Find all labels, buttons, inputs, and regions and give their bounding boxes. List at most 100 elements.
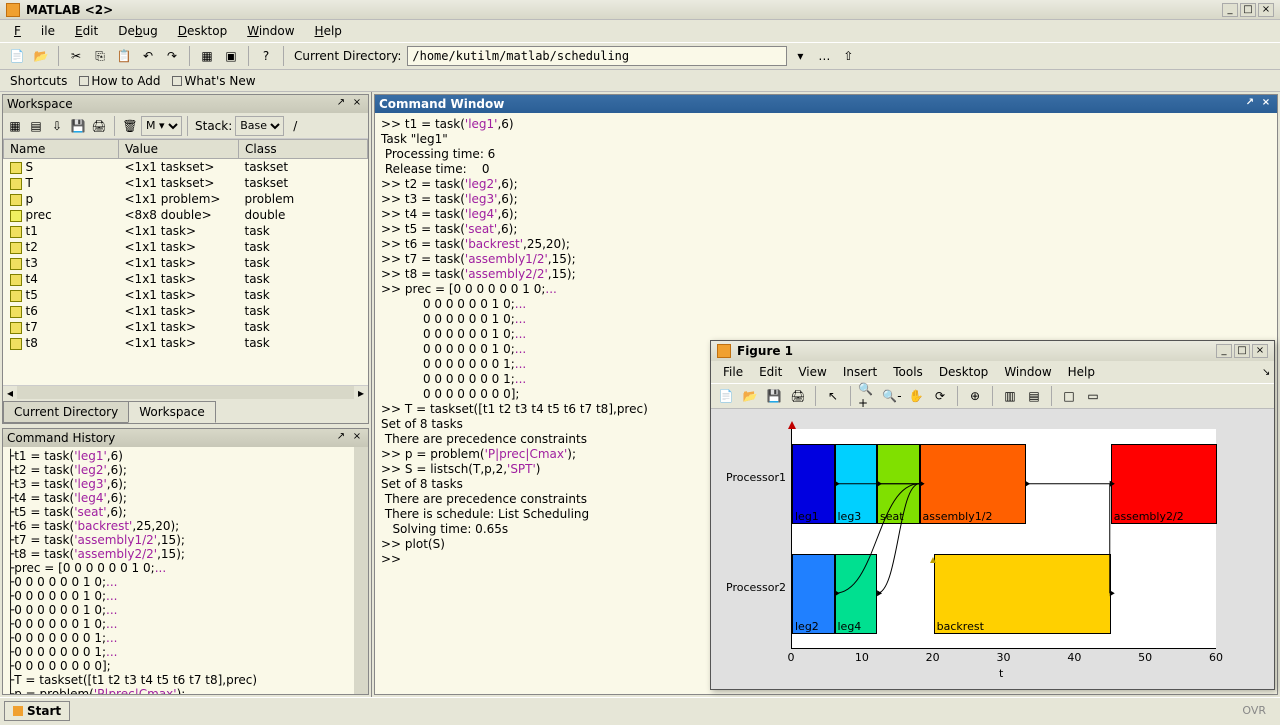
cmd-history-vscroll[interactable] — [354, 447, 368, 694]
menu-help[interactable]: Help — [305, 22, 352, 40]
ws-save-icon[interactable]: 💾 — [68, 116, 88, 136]
fig-open-icon[interactable]: 📂 — [739, 385, 761, 407]
panel-close-icon[interactable]: × — [1259, 97, 1273, 111]
figure-canvas[interactable]: Processor1 Processor2 leg1leg3seatassemb… — [711, 409, 1274, 689]
workspace-hscroll[interactable]: ◂ ▸ — [3, 385, 368, 399]
open-file-icon[interactable]: 📂 — [30, 45, 52, 67]
ws-print-icon[interactable]: 🖨 — [89, 116, 109, 136]
menu-desktop[interactable]: Desktop — [168, 22, 238, 40]
workspace-row[interactable]: t5<1x1 task>task — [4, 287, 368, 303]
history-line[interactable]: ├t5 = task('seat',6); — [7, 505, 350, 519]
fig-menu-insert[interactable]: Insert — [835, 363, 885, 381]
history-line[interactable]: ├t1 = task('leg1',6) — [7, 449, 350, 463]
history-line[interactable]: ├0 0 0 0 0 0 1 0;... — [7, 603, 350, 617]
workspace-row[interactable]: t7<1x1 task>task — [4, 319, 368, 335]
workspace-row[interactable]: T<1x1 taskset>taskset — [4, 175, 368, 191]
history-line[interactable]: ├t6 = task('backrest',25,20); — [7, 519, 350, 533]
cmd-history-header[interactable]: Command History ↗ × — [3, 429, 368, 447]
workspace-row[interactable]: p<1x1 problem>problem — [4, 191, 368, 207]
menu-file[interactable]: File — [4, 22, 65, 40]
shortcut-whatsnew[interactable]: What's New — [168, 74, 259, 88]
fig-show-icon[interactable]: ▭ — [1082, 385, 1104, 407]
maximize-button[interactable]: □ — [1240, 3, 1256, 17]
fig-datacursor-icon[interactable]: ⊕ — [964, 385, 986, 407]
workspace-row[interactable]: prec<8x8 double>double — [4, 207, 368, 223]
history-line[interactable]: ├t7 = task('assembly1/2',15); — [7, 533, 350, 547]
figure-window[interactable]: Figure 1 _ □ × File Edit View Insert Too… — [710, 340, 1275, 690]
tab-current-directory[interactable]: Current Directory — [3, 401, 129, 423]
panel-close-icon[interactable]: × — [350, 97, 364, 111]
workspace-row[interactable]: t3<1x1 task>task — [4, 255, 368, 271]
history-line[interactable]: ├t3 = task('leg3',6); — [7, 477, 350, 491]
fig-maximize-button[interactable]: □ — [1234, 344, 1250, 358]
undock-icon[interactable]: ↗ — [334, 431, 348, 445]
simulink-icon[interactable]: ▦ — [196, 45, 218, 67]
fig-zoomin-icon[interactable]: 🔍+ — [857, 385, 879, 407]
workspace-row[interactable]: t4<1x1 task>task — [4, 271, 368, 287]
workspace-row[interactable]: t6<1x1 task>task — [4, 303, 368, 319]
ws-step-icon[interactable]: / — [285, 116, 305, 136]
fig-pan-icon[interactable]: ✋ — [905, 385, 927, 407]
undo-icon[interactable]: ↶ — [137, 45, 159, 67]
workspace-row[interactable]: t8<1x1 task>task — [4, 335, 368, 351]
col-value[interactable]: Value — [119, 140, 239, 159]
workspace-row[interactable]: S<1x1 taskset>taskset — [4, 159, 368, 176]
stack-select[interactable]: Base — [235, 116, 284, 136]
history-line[interactable]: ├t8 = task('assembly2/2',15); — [7, 547, 350, 561]
paste-icon[interactable]: 📋 — [113, 45, 135, 67]
fig-pointer-icon[interactable]: ↖ — [822, 385, 844, 407]
fig-hide-icon[interactable]: □ — [1058, 385, 1080, 407]
fig-menu-window[interactable]: Window — [996, 363, 1059, 381]
start-button[interactable]: Start — [4, 701, 70, 721]
up-dir-icon[interactable]: ⇧ — [837, 45, 859, 67]
browse-dir-icon[interactable]: … — [813, 45, 835, 67]
workspace-header[interactable]: Workspace ↗ × — [3, 95, 368, 113]
workspace-row[interactable]: t1<1x1 task>task — [4, 223, 368, 239]
history-line[interactable]: ├0 0 0 0 0 0 0 1;... — [7, 645, 350, 659]
fig-close-button[interactable]: × — [1252, 344, 1268, 358]
fig-new-icon[interactable]: 📄 — [715, 385, 737, 407]
cmd-history-content[interactable]: ├t1 = task('leg1',6)├t2 = task('leg2',6)… — [3, 447, 354, 694]
fig-colorbar-icon[interactable]: ▥ — [999, 385, 1021, 407]
col-class[interactable]: Class — [239, 140, 368, 159]
menu-debug[interactable]: Debug — [108, 22, 167, 40]
dir-dropdown-icon[interactable]: ▾ — [789, 45, 811, 67]
fig-dock-icon[interactable]: ↘ — [1254, 365, 1270, 379]
ws-delete-icon[interactable]: 🗑 — [120, 116, 140, 136]
undock-icon[interactable]: ↗ — [334, 97, 348, 111]
history-line[interactable]: ├p = problem('P|prec|Cmax'); — [7, 687, 350, 694]
fig-zoomout-icon[interactable]: 🔍- — [881, 385, 903, 407]
fig-print-icon[interactable]: 🖨 — [787, 385, 809, 407]
fig-menu-view[interactable]: View — [790, 363, 834, 381]
history-line[interactable]: ├T = taskset([t1 t2 t3 t4 t5 t6 t7 t8],p… — [7, 673, 350, 687]
fig-menu-tools[interactable]: Tools — [885, 363, 931, 381]
col-name[interactable]: Name — [4, 140, 119, 159]
redo-icon[interactable]: ↷ — [161, 45, 183, 67]
ws-open-icon[interactable]: ▤ — [26, 116, 46, 136]
ws-plot-select[interactable]: M ▾ — [141, 116, 182, 136]
cmd-window-header[interactable]: Command Window ↗ × — [375, 95, 1277, 113]
history-line[interactable]: ├t4 = task('leg4',6); — [7, 491, 350, 505]
history-line[interactable]: ├0 0 0 0 0 0 0 1;... — [7, 631, 350, 645]
fig-minimize-button[interactable]: _ — [1216, 344, 1232, 358]
fig-menu-desktop[interactable]: Desktop — [931, 363, 997, 381]
history-line[interactable]: ├0 0 0 0 0 0 0 0]; — [7, 659, 350, 673]
fig-legend-icon[interactable]: ▤ — [1023, 385, 1045, 407]
history-line[interactable]: ├t2 = task('leg2',6); — [7, 463, 350, 477]
undock-icon[interactable]: ↗ — [1243, 97, 1257, 111]
ws-new-icon[interactable]: ▦ — [5, 116, 25, 136]
workspace-row[interactable]: t2<1x1 task>task — [4, 239, 368, 255]
close-button[interactable]: × — [1258, 3, 1274, 17]
copy-icon[interactable]: ⎘ — [89, 45, 111, 67]
help-icon[interactable]: ? — [255, 45, 277, 67]
shortcut-howto[interactable]: How to Add — [75, 74, 164, 88]
history-line[interactable]: ├0 0 0 0 0 0 1 0;... — [7, 589, 350, 603]
fig-rotate-icon[interactable]: ⟳ — [929, 385, 951, 407]
panel-close-icon[interactable]: × — [350, 431, 364, 445]
new-file-icon[interactable]: 📄 — [6, 45, 28, 67]
tab-workspace[interactable]: Workspace — [128, 401, 216, 423]
menu-window[interactable]: Window — [237, 22, 304, 40]
history-line[interactable]: ├prec = [0 0 0 0 0 0 1 0;... — [7, 561, 350, 575]
fig-menu-file[interactable]: File — [715, 363, 751, 381]
ws-import-icon[interactable]: ⇩ — [47, 116, 67, 136]
